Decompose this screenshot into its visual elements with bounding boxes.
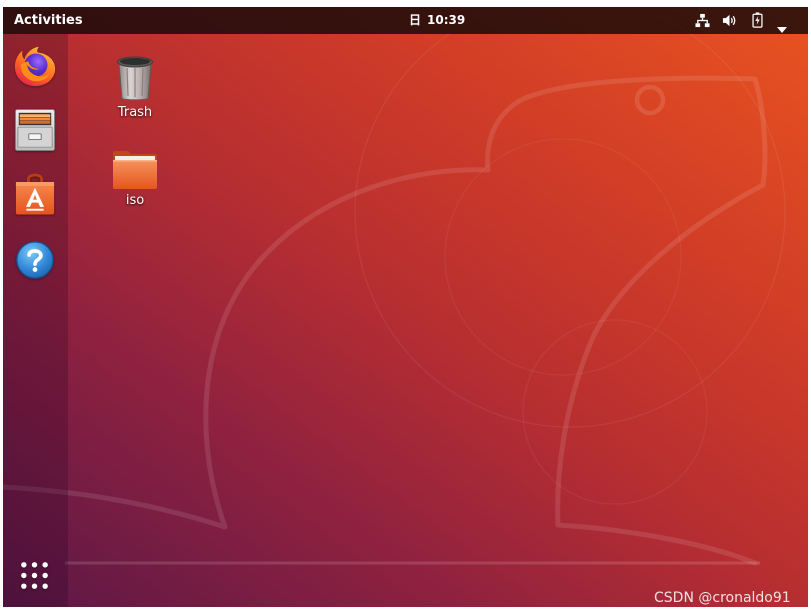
folder-icon [113, 151, 157, 189]
activities-button[interactable]: Activities [14, 7, 83, 34]
top-bar: Activities 日 10:39 [3, 7, 808, 34]
battery-charging-icon[interactable] [752, 12, 763, 28]
beaver-eye [634, 84, 666, 116]
folder-icon[interactable] [90, 140, 180, 190]
dropdown-arrow-icon [777, 27, 787, 33]
show-applications-button[interactable] [19, 560, 50, 591]
desktop-item-iso-folder[interactable]: iso [90, 140, 180, 209]
dock-item-firefox[interactable] [12, 42, 58, 88]
wallpaper-guide-circle [444, 138, 682, 376]
files-icon [14, 109, 56, 151]
firefox-icon [14, 46, 56, 87]
ubuntu-software-icon [15, 173, 55, 215]
dock [3, 34, 68, 607]
desktop: Activities 日 10:39 Trash iso [3, 7, 808, 607]
trash-icon[interactable] [90, 52, 180, 102]
watermark-text: CSDN @cronaldo91 [654, 590, 791, 606]
dropdown-arrow-icon[interactable] [777, 18, 787, 33]
desktop-item-label: iso [125, 193, 145, 208]
network-wired-icon[interactable] [695, 13, 710, 28]
system-menu-button[interactable] [687, 7, 795, 34]
battery-charging-icon [752, 12, 763, 28]
network-wired-icon [695, 13, 710, 28]
volume-icon [722, 14, 736, 27]
dock-item-help[interactable] [15, 240, 55, 280]
clock-time: 10:39 [427, 13, 466, 27]
desktop-item-label: Trash [117, 105, 153, 120]
help-icon [16, 241, 54, 279]
wallpaper-guide-circle [354, 7, 786, 428]
trash-icon [117, 56, 153, 101]
volume-icon[interactable] [722, 13, 737, 28]
show-applications-icon [21, 562, 48, 589]
dock-item-ubuntu-software[interactable] [14, 171, 56, 216]
clock-button[interactable]: 日 10:39 [409, 7, 465, 34]
wallpaper-guide-circle [522, 319, 708, 505]
desktop-item-trash[interactable]: Trash [90, 52, 180, 121]
clock-weekday: 日 [409, 13, 422, 27]
dock-item-files[interactable] [14, 107, 56, 153]
